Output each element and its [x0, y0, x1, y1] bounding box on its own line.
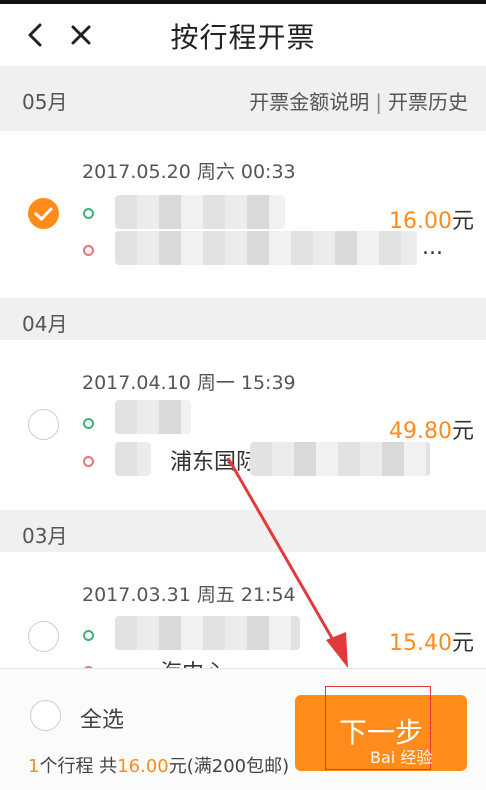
- origin-address-redacted: [115, 616, 300, 650]
- invoice-history-link[interactable]: 开票历史: [388, 90, 468, 114]
- page-title: 按行程开票: [170, 21, 316, 54]
- checkmark-icon: [34, 207, 53, 221]
- destination-address-partial: 海中心: [160, 655, 226, 668]
- trip-checkbox[interactable]: [28, 409, 59, 440]
- price-currency: 元: [451, 419, 474, 444]
- destination-address-redacted: [115, 231, 417, 265]
- origin-dot-icon: [83, 208, 94, 219]
- trip-price: 49.80元: [389, 413, 474, 445]
- trip-item[interactable]: 2017.05.20 周六 00:33 ... 16.00元: [0, 131, 486, 298]
- destination-address-redacted: [115, 442, 151, 476]
- price-value: 15.40: [389, 631, 452, 656]
- price-currency: 元: [451, 631, 474, 656]
- price-currency: 元: [451, 209, 474, 234]
- trip-datetime: 2017.04.10 周一 15:39: [82, 372, 296, 394]
- origin-address-redacted: [115, 195, 285, 229]
- month-header-05: 05月 开票金额说明 | 开票历史: [0, 66, 486, 131]
- origin-dot-icon: [83, 418, 94, 429]
- shipping-note: 元(满200包邮): [168, 756, 290, 777]
- month-label: 03月: [22, 524, 68, 548]
- price-value: 16.00: [389, 209, 452, 234]
- trips-label: 个行程 共: [39, 756, 118, 777]
- month-links: 开票金额说明 | 开票历史: [249, 86, 468, 115]
- select-all-checkbox[interactable]: [30, 700, 61, 731]
- trip-price: 16.00元: [389, 203, 474, 235]
- select-all-label[interactable]: 全选: [80, 702, 124, 734]
- month-header-03: 03月: [0, 510, 486, 552]
- destination-dot-icon: [83, 456, 94, 467]
- month-header-04: 04月: [0, 298, 486, 340]
- month-label: 05月: [22, 90, 68, 114]
- link-separator: |: [375, 90, 382, 114]
- trip-datetime: 2017.03.31 周五 21:54: [82, 584, 296, 606]
- trip-datetime: 2017.05.20 周六 00:33: [82, 161, 296, 183]
- origin-dot-icon: [83, 630, 94, 641]
- selected-total: 16.00: [117, 756, 169, 777]
- origin-address-redacted: [115, 400, 191, 434]
- price-value: 49.80: [389, 419, 452, 444]
- selected-count: 1: [28, 756, 40, 777]
- trip-price: 15.40元: [389, 625, 474, 657]
- trip-checkbox[interactable]: [28, 198, 59, 229]
- trip-item[interactable]: 2017.03.31 周五 21:54 海中心 15.40元: [0, 552, 486, 668]
- trip-item[interactable]: 2017.04.10 周一 15:39 浦东国际 49.80元: [0, 340, 486, 510]
- month-label: 04月: [22, 312, 68, 336]
- destination-ellipsis: ...: [422, 235, 443, 260]
- amount-note-link[interactable]: 开票金额说明: [249, 90, 369, 114]
- destination-address-redacted: [250, 442, 430, 476]
- destination-dot-icon: [83, 245, 94, 256]
- trip-checkbox[interactable]: [28, 621, 59, 652]
- bottom-bar: 全选 1个行程 共16.00元(满200包邮) 下一步: [0, 668, 486, 790]
- app-header: 按行程开票: [0, 4, 486, 66]
- baidu-watermark: Bai 经验: [370, 748, 433, 767]
- destination-address-partial: 浦东国际: [170, 450, 259, 475]
- selection-summary: 1个行程 共16.00元(满200包邮): [28, 752, 289, 778]
